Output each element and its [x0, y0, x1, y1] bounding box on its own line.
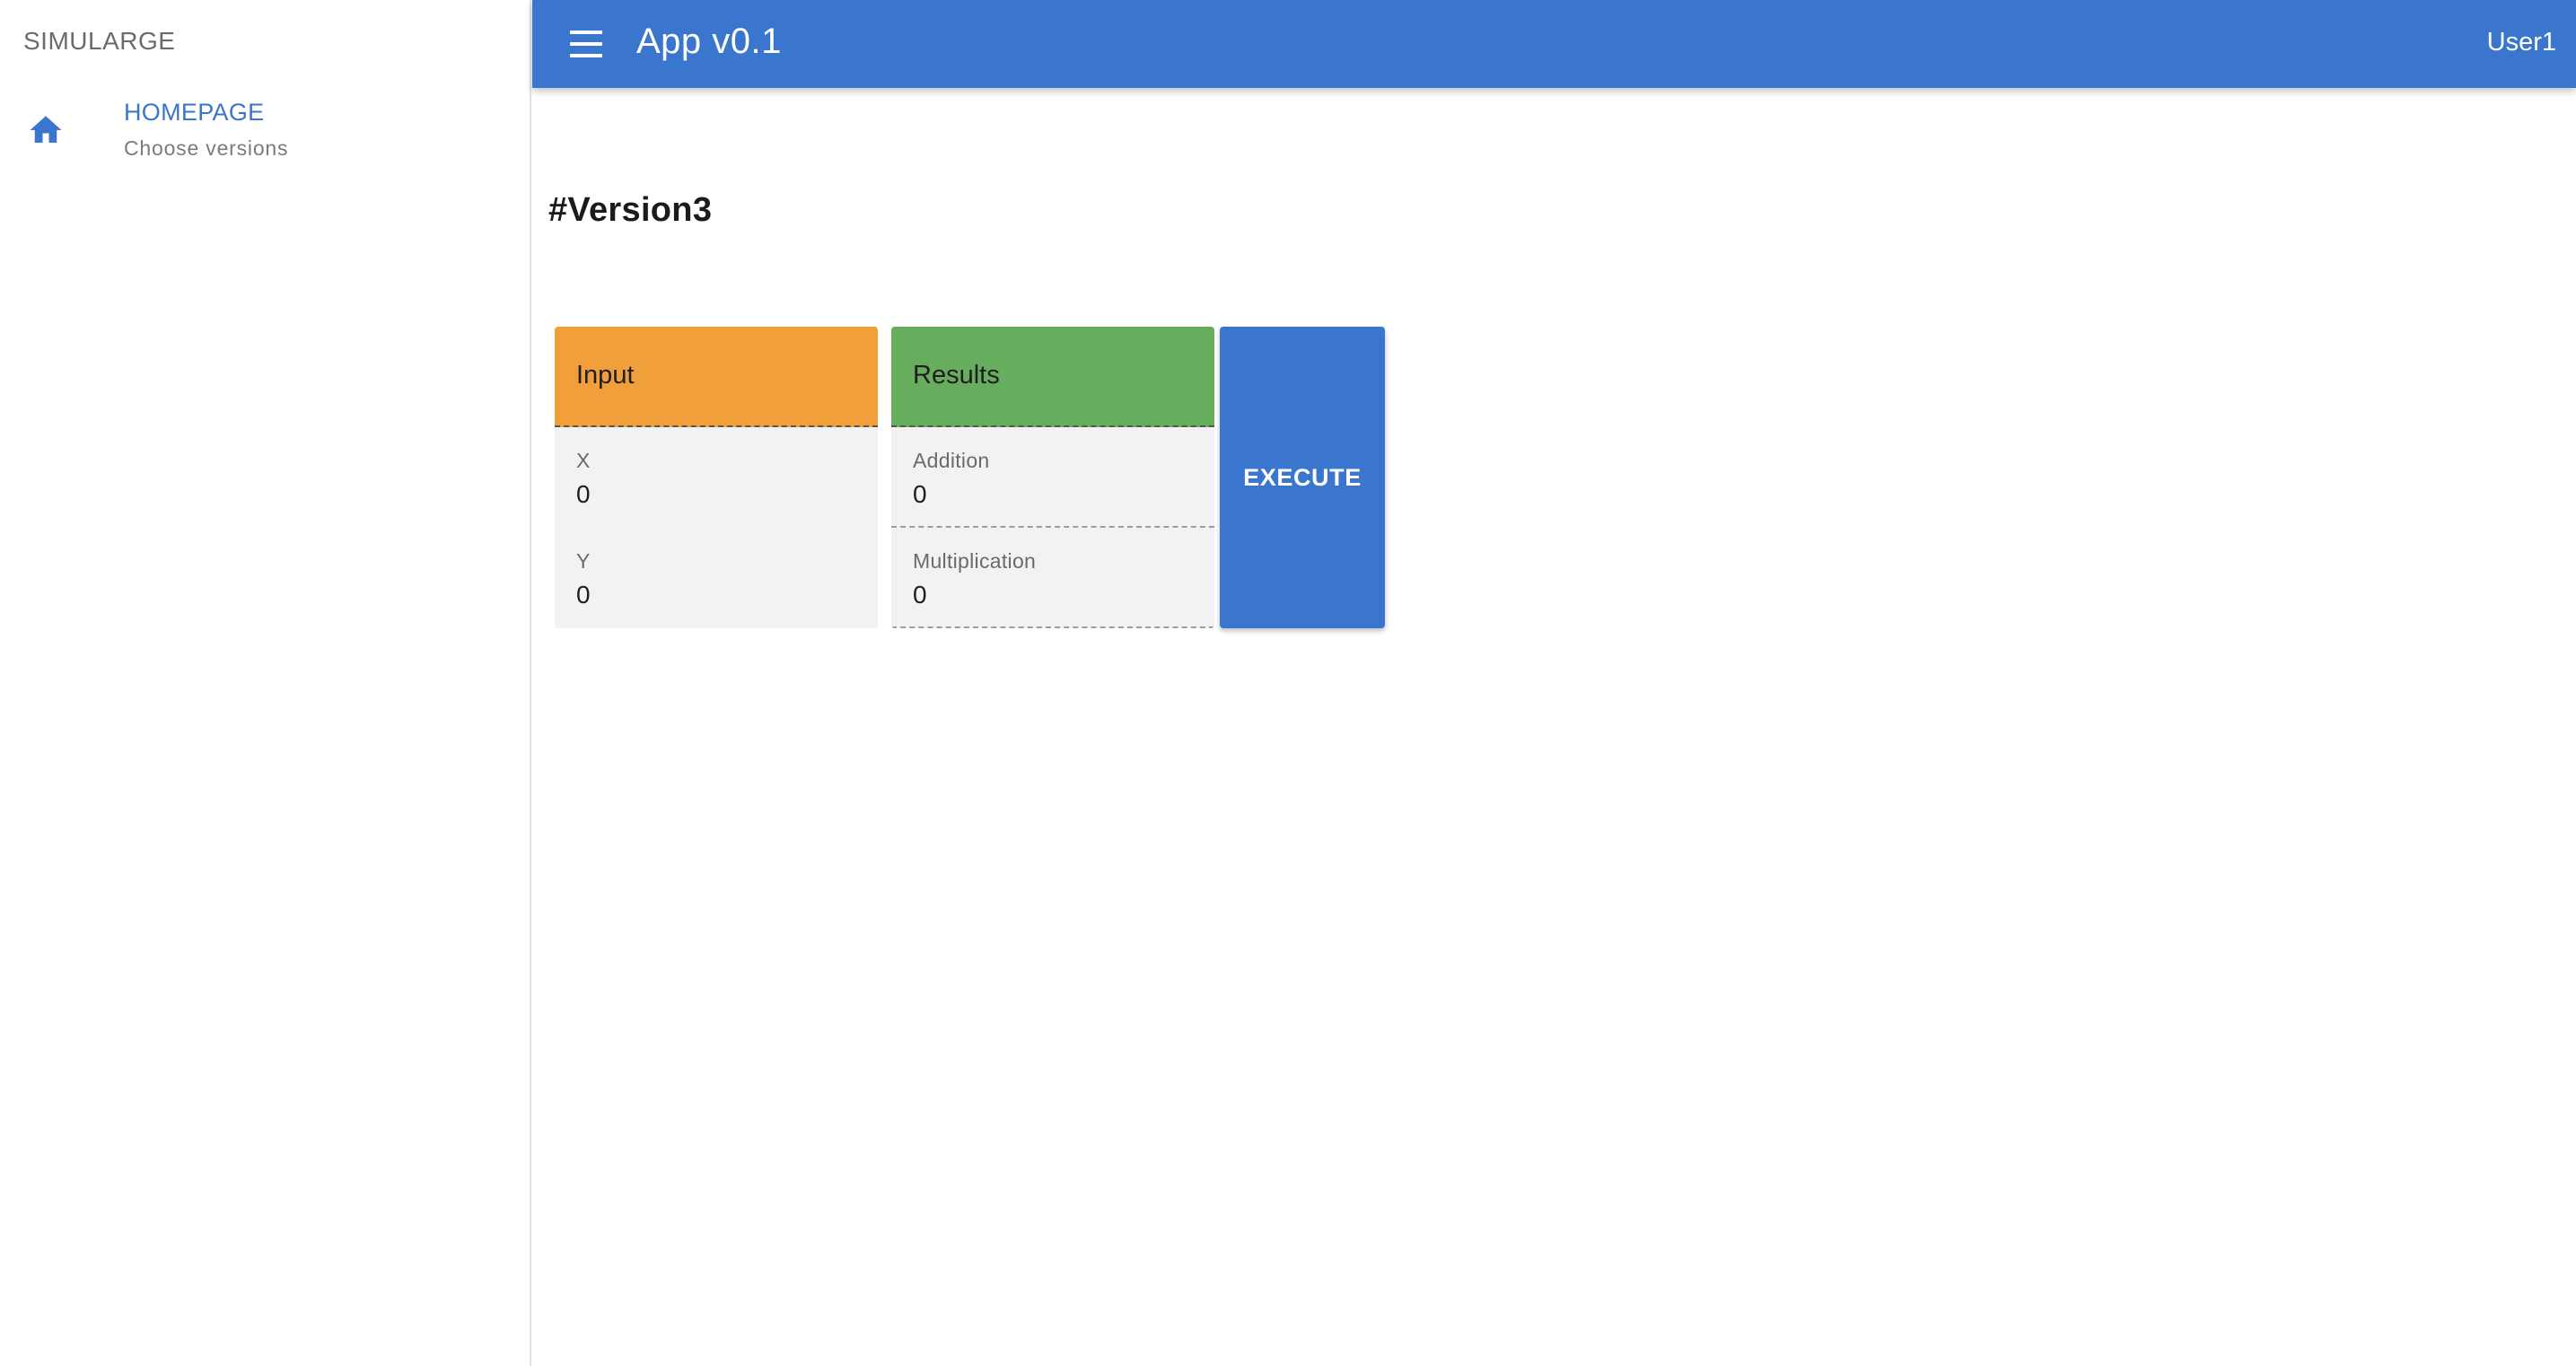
addition-label: Addition	[913, 449, 990, 472]
y-field[interactable]: Y 0	[555, 528, 878, 628]
multiplication-label: Multiplication	[913, 549, 1037, 573]
results-card-title: Results	[891, 327, 1214, 427]
execute-button[interactable]: EXECUTE	[1220, 327, 1385, 628]
app-bar: App v0.1 User1	[532, 0, 2576, 88]
home-icon	[30, 116, 62, 143]
sidebar: SIMULARGE HOMEPAGE Choose versions	[0, 0, 531, 1366]
app-root: SIMULARGE HOMEPAGE Choose versions App v…	[0, 0, 2576, 1366]
addition-value: 0	[913, 480, 927, 508]
sidebar-item-homepage[interactable]: HOMEPAGE Choose versions	[0, 90, 530, 176]
y-field-value[interactable]: 0	[576, 581, 878, 609]
sidebar-item-subtitle: Choose versions	[124, 136, 289, 160]
sidebar-item-label: HOMEPAGE	[124, 99, 265, 126]
menu-icon[interactable]	[566, 25, 606, 63]
y-field-label: Y	[576, 549, 591, 573]
results-card: Results Addition 0 Multiplication 0	[891, 327, 1214, 628]
input-card: Input X 0 Y 0	[555, 327, 878, 628]
brand-name: SIMULARGE	[23, 27, 176, 55]
app-title: App v0.1	[636, 22, 782, 61]
addition-field: Addition 0	[891, 427, 1214, 528]
x-field-value[interactable]: 0	[576, 480, 878, 509]
multiplication-value: 0	[913, 581, 927, 609]
page-title: #Version3	[548, 191, 713, 229]
x-field-label: X	[576, 449, 591, 472]
x-field[interactable]: X 0	[555, 427, 878, 528]
input-card-title: Input	[555, 327, 878, 427]
user-menu[interactable]: User1	[2487, 28, 2556, 57]
multiplication-field: Multiplication 0	[891, 528, 1214, 628]
